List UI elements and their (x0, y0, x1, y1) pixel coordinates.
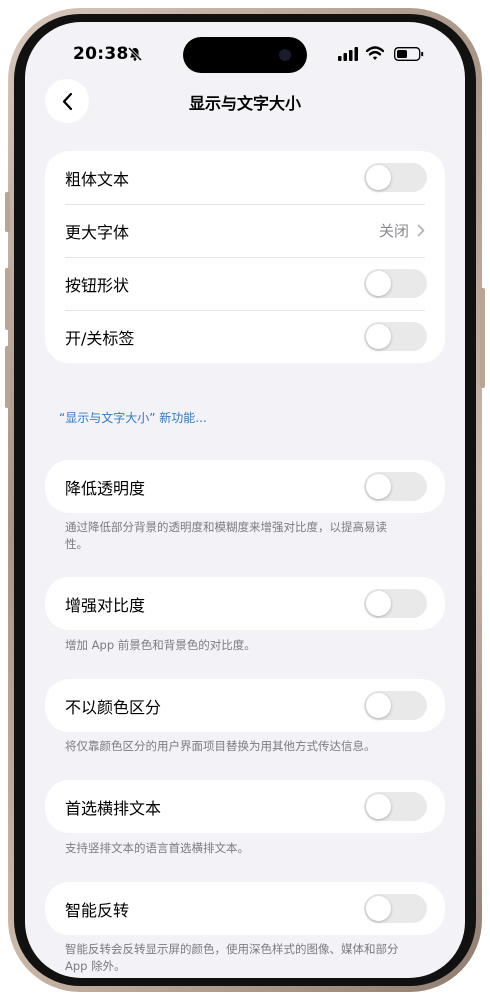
reduce-transparency-footnote: 通过降低部分背景的透明度和模糊度来增强对比度，以提高易读性。 (65, 520, 387, 551)
button-shapes-row: 按钮形状 (45, 257, 445, 310)
increase-contrast-label: 增强对比度 (65, 595, 146, 615)
differentiate-without-color-toggle[interactable] (364, 691, 427, 720)
prefer-horizontal-text-row: 首选横排文本 (45, 780, 445, 833)
screen: 20:38 显示与文字大小 粗体文本 更大字体 关闭 按钮形状 开/关标签 “显… (25, 22, 465, 978)
differentiate-without-color-footnote: 将仅靠颜色区分的用户界面项目替换为用其他方式传达信息。 (65, 739, 376, 753)
prefer-horizontal-text-footnote: 支持竖排文本的语言首选横排文本。 (65, 841, 249, 855)
chevron-right-icon (417, 224, 425, 237)
dynamic-island (183, 37, 307, 73)
on-off-labels-label: 开/关标签 (65, 328, 135, 348)
reduce-transparency-group: 降低透明度 (45, 460, 445, 513)
differentiate-without-color-row: 不以颜色区分 (45, 679, 445, 732)
wifi-icon (366, 46, 384, 60)
prefer-horizontal-text-toggle[interactable] (364, 792, 427, 821)
volume-up-button (5, 268, 10, 330)
increase-contrast-footnote: 增加 App 前景色和背景色的对比度。 (65, 638, 256, 652)
on-off-labels-toggle[interactable] (364, 322, 427, 351)
prefer-horizontal-text-label: 首选横排文本 (65, 798, 162, 818)
cellular-signal-icon (338, 47, 358, 61)
reduce-transparency-label: 降低透明度 (65, 478, 146, 498)
back-button[interactable] (45, 79, 89, 123)
reduce-transparency-row: 降低透明度 (45, 460, 445, 513)
differentiate-without-color-group: 不以颜色区分 (45, 679, 445, 732)
battery-icon (394, 47, 424, 61)
on-off-labels-row: 开/关标签 (45, 310, 445, 363)
larger-text-label: 更大字体 (65, 222, 130, 242)
page-title: 显示与文字大小 (188, 94, 301, 113)
whats-new-link[interactable]: “显示与文字大小” 新功能... (59, 409, 207, 426)
smart-invert-footnote: 智能反转会反转显示屏的颜色，使用深色样式的图像、媒体和部分 App 除外。 (65, 942, 399, 973)
larger-text-row[interactable]: 更大字体 关闭 (45, 204, 445, 257)
camera-lens (279, 49, 291, 61)
prefer-horizontal-text-group: 首选横排文本 (45, 780, 445, 833)
status-time: 20:38 (73, 44, 129, 64)
increase-contrast-group: 增强对比度 (45, 577, 445, 630)
button-shapes-label: 按钮形状 (65, 275, 130, 295)
reduce-transparency-toggle[interactable] (364, 472, 427, 501)
power-button (480, 288, 485, 388)
bell-slash-icon (127, 46, 143, 62)
differentiate-without-color-label: 不以颜色区分 (65, 697, 162, 717)
bold-text-label: 粗体文本 (65, 169, 130, 189)
smart-invert-toggle[interactable] (364, 894, 427, 923)
smart-invert-group: 智能反转 (45, 882, 445, 935)
smart-invert-row: 智能反转 (45, 882, 445, 935)
volume-down-button (5, 346, 10, 408)
display-text-options-group: 粗体文本 更大字体 关闭 按钮形状 开/关标签 (45, 151, 445, 363)
increase-contrast-toggle[interactable] (364, 589, 427, 618)
button-shapes-toggle[interactable] (364, 269, 427, 298)
bold-text-toggle[interactable] (364, 163, 427, 192)
bold-text-row: 粗体文本 (45, 151, 445, 204)
action-button (5, 192, 10, 232)
chevron-left-icon (62, 92, 72, 110)
larger-text-value: 关闭 (378, 222, 409, 240)
smart-invert-label: 智能反转 (65, 900, 130, 920)
increase-contrast-row: 增强对比度 (45, 577, 445, 630)
